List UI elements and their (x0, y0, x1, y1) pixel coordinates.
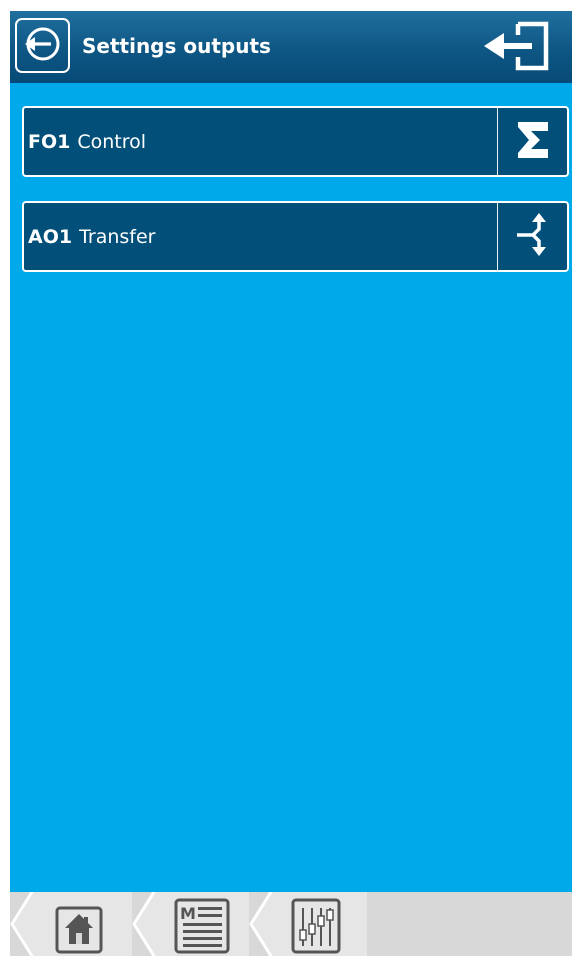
back-button[interactable] (15, 18, 70, 73)
menu-item-fo1-control[interactable]: FO1 Control (22, 106, 569, 177)
back-circle-icon (23, 24, 63, 68)
menu-glyph: M (180, 904, 196, 923)
exit-button[interactable] (480, 19, 554, 77)
item-label: Transfer (79, 225, 156, 248)
bottom-nav-bar: M (10, 892, 572, 956)
nav-tab-menu[interactable]: M (132, 892, 249, 956)
sigma-icon (515, 120, 551, 164)
nav-tab-settings[interactable] (249, 892, 367, 956)
item-code: AO1 (28, 225, 73, 248)
menu-item-ao1-transfer[interactable]: AO1 Transfer (22, 201, 569, 272)
transfer-button[interactable] (498, 203, 567, 270)
sigma-button[interactable] (498, 108, 567, 175)
transfer-split-icon (513, 212, 553, 261)
header-bar: Settings outputs (10, 11, 572, 83)
app-screen: Settings outputs FO1 Control AO1 Transfe… (10, 11, 572, 956)
nav-tab-home[interactable] (10, 892, 132, 956)
item-label: Control (77, 130, 147, 153)
item-code: FO1 (28, 130, 71, 153)
exit-icon (482, 20, 552, 76)
page-title: Settings outputs (82, 34, 271, 58)
menu-list-icon: M (174, 898, 230, 954)
